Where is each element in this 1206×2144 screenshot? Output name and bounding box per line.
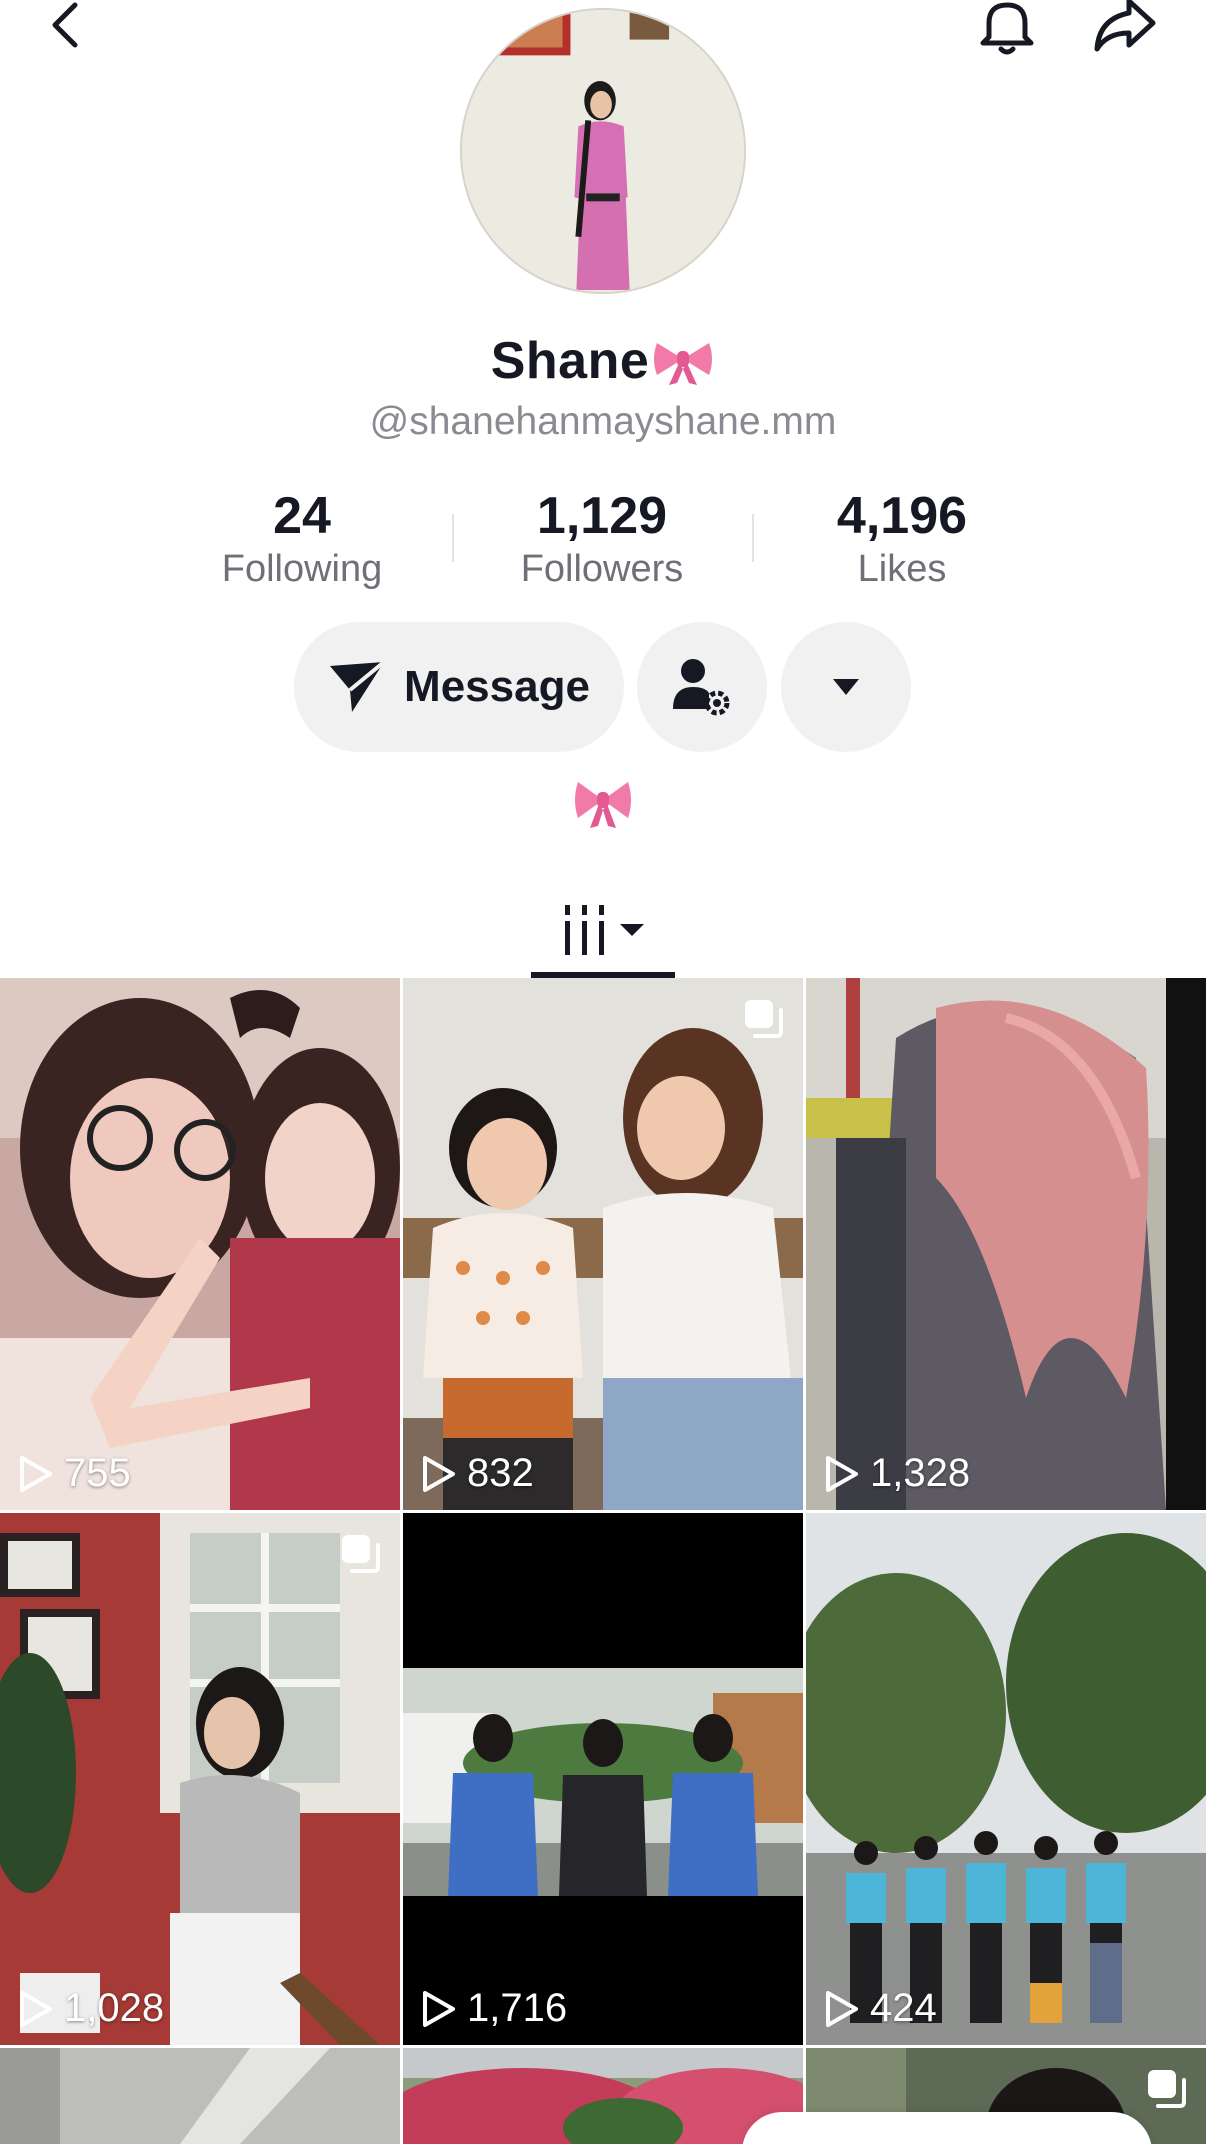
grid-columns-icon	[565, 905, 604, 955]
send-icon	[330, 660, 386, 712]
profile-avatar[interactable]	[460, 8, 746, 294]
view-count-value: 755	[64, 1451, 131, 1495]
following-stat[interactable]: 24 Following	[172, 486, 432, 592]
display-name-row: Shane	[0, 326, 1206, 396]
caret-down-icon	[620, 924, 644, 936]
profile-stats: 24 Following 1,129 Followers 4,196 Likes	[0, 486, 1206, 596]
play-icon	[423, 1455, 455, 1492]
video-thumbnail	[403, 2048, 803, 2144]
message-button[interactable]: Message	[294, 622, 624, 752]
video-tile[interactable]: 1,028	[0, 1513, 400, 2045]
video-thumbnail	[806, 978, 1206, 1510]
view-count-value: 1,328	[870, 1451, 971, 1495]
video-grid: 755 832 1,328 1,028 1,716 424	[0, 978, 1206, 2144]
video-thumbnail	[0, 1513, 400, 2045]
likes-count: 4,196	[836, 487, 968, 545]
view-count-value: 832	[467, 1451, 534, 1495]
multi-photo-icon	[342, 1535, 380, 1573]
view-count: 1,028	[18, 1986, 164, 2031]
stat-divider	[452, 514, 454, 562]
video-tile[interactable]: 1,716	[403, 1513, 803, 2045]
view-count-value: 1,028	[64, 1986, 165, 2030]
display-name: Shane	[490, 332, 650, 390]
bell-icon	[980, 2, 1034, 55]
notifications-button[interactable]	[972, 0, 1042, 60]
bottom-sheet-handle[interactable]	[742, 2112, 1152, 2144]
caret-down-icon	[833, 679, 859, 695]
video-thumbnail	[0, 2048, 400, 2144]
more-options-button[interactable]	[781, 622, 911, 752]
chevron-left-icon	[52, 2, 78, 48]
video-thumbnail	[806, 1513, 1206, 2045]
play-icon	[826, 1990, 858, 2027]
tab-videos[interactable]	[531, 882, 675, 978]
play-icon	[20, 1455, 52, 1492]
person-gear-icon	[673, 659, 730, 716]
pink-bow-icon	[654, 343, 713, 385]
likes-stat[interactable]: 4,196 Likes	[772, 486, 1032, 592]
view-count: 755	[18, 1451, 131, 1496]
share-button[interactable]	[1090, 0, 1160, 60]
view-count: 1,328	[824, 1451, 970, 1496]
video-thumbnail	[403, 1513, 803, 2045]
content-tabs	[0, 882, 1206, 978]
video-tile[interactable]: 755	[0, 978, 400, 1510]
multi-photo-icon	[1148, 2070, 1186, 2108]
play-icon	[423, 1990, 455, 2027]
following-label: Following	[221, 548, 383, 590]
followers-stat[interactable]: 1,129 Followers	[472, 486, 732, 592]
view-count: 424	[824, 1986, 937, 2031]
profile-actions: Message	[0, 622, 1206, 752]
username-handle: @shanehanmayshane.mm	[369, 400, 837, 443]
following-count: 24	[273, 487, 331, 545]
video-tile[interactable]: 832	[403, 978, 803, 1510]
play-icon	[826, 1455, 858, 1492]
likes-label: Likes	[857, 548, 947, 590]
message-button-label: Message	[404, 662, 590, 711]
video-tile[interactable]: 1,328	[806, 978, 1206, 1510]
back-button[interactable]	[30, 0, 100, 60]
video-tile[interactable]	[0, 2048, 400, 2144]
view-count-value: 1,716	[467, 1986, 568, 2030]
view-count: 832	[421, 1451, 534, 1496]
video-thumbnail	[403, 978, 803, 1510]
video-tile[interactable]	[403, 2048, 803, 2144]
followers-count: 1,129	[536, 487, 668, 545]
avatar-photo	[462, 10, 744, 292]
share-arrow-icon	[1094, 0, 1156, 52]
video-thumbnail	[0, 978, 400, 1510]
view-count: 1,716	[421, 1986, 567, 2031]
stat-divider	[752, 514, 754, 562]
view-count-value: 424	[870, 1986, 937, 2030]
friend-settings-button[interactable]	[637, 622, 767, 752]
video-tile[interactable]: 424	[806, 1513, 1206, 2045]
followers-label: Followers	[520, 548, 684, 590]
play-icon	[20, 1990, 52, 2027]
multi-photo-icon	[745, 1000, 783, 1038]
bio-bow-icon	[575, 782, 631, 828]
